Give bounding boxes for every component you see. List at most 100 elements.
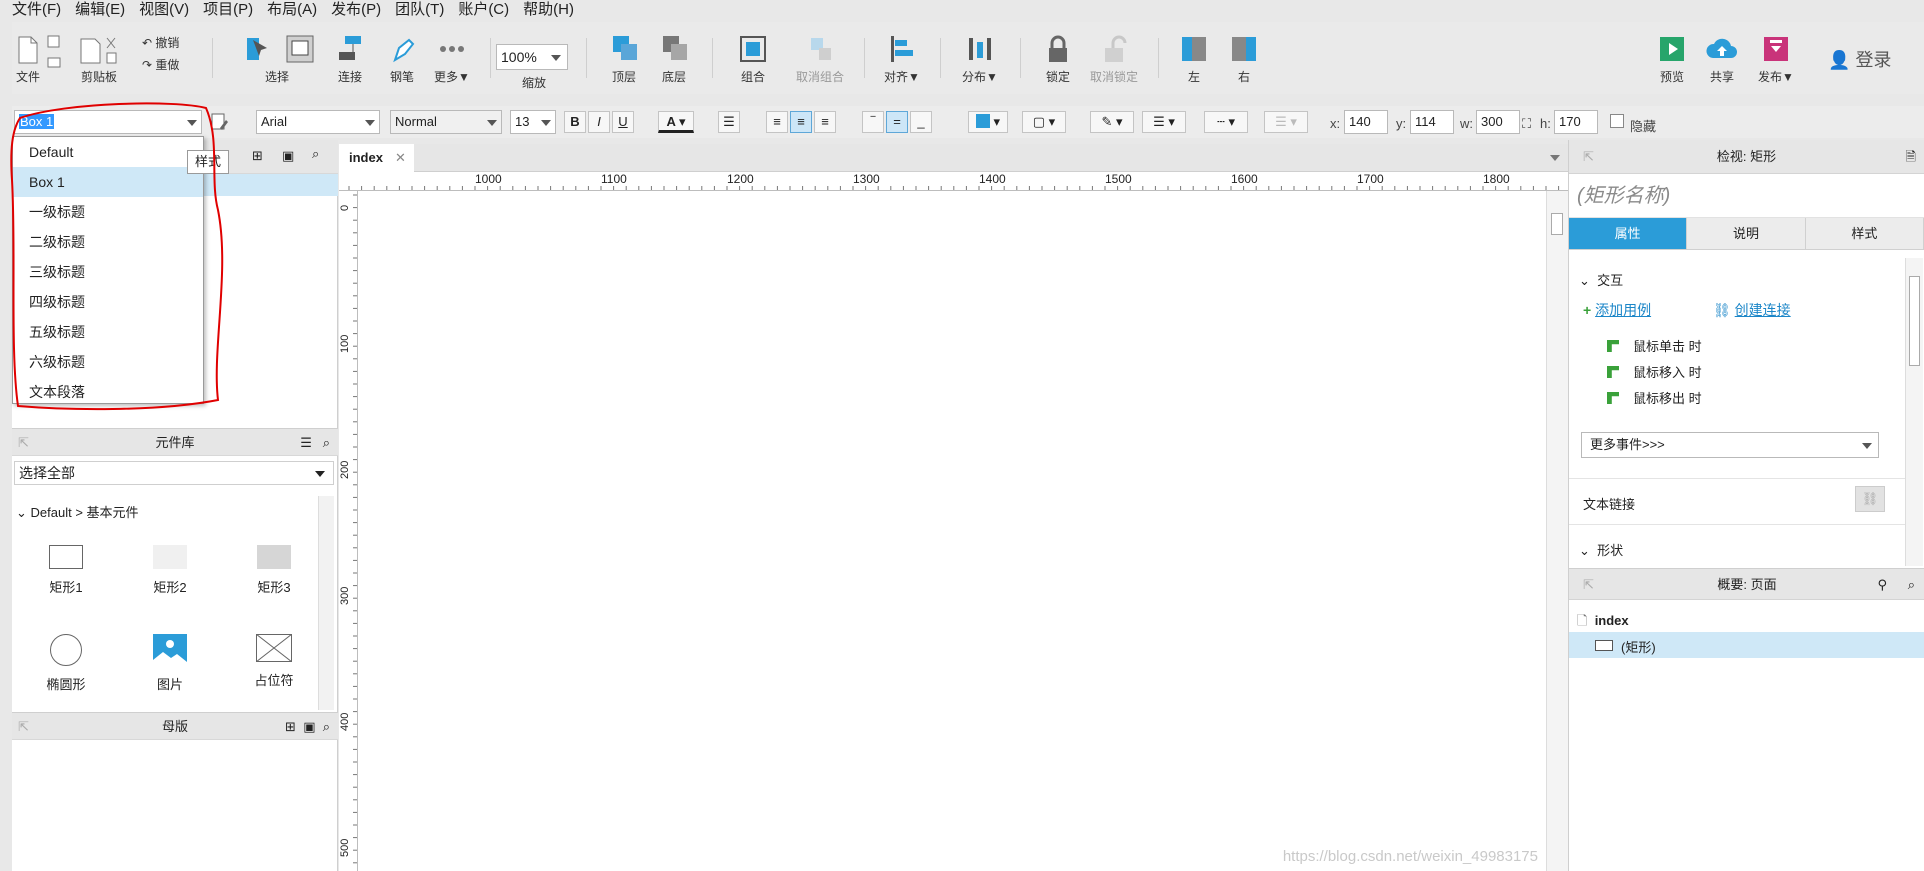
tab-index[interactable]: index ✕ bbox=[339, 144, 414, 172]
bold-button[interactable]: B bbox=[564, 111, 586, 133]
underline-button[interactable]: U bbox=[612, 111, 634, 133]
align-right-button[interactable]: ≡ bbox=[814, 111, 836, 133]
search-icon[interactable]: ⌕ bbox=[323, 719, 330, 734]
widget-ellipse[interactable]: 椭圆形 bbox=[26, 634, 106, 693]
aspect-lock-icon[interactable]: ⛶ bbox=[1522, 116, 1531, 132]
line-style-button[interactable]: ┄ ▾ bbox=[1204, 111, 1248, 133]
more-button[interactable]: 更多▼ bbox=[430, 34, 474, 85]
widget-rectangle2[interactable]: 矩形2 bbox=[130, 545, 210, 596]
collapse-icon[interactable]: ⇱ bbox=[18, 713, 29, 741]
event-click[interactable]: 鼠标单击 时 bbox=[1607, 336, 1702, 355]
preview-button[interactable]: 预览 bbox=[1652, 34, 1692, 85]
event-mouse-enter[interactable]: 鼠标移入 时 bbox=[1607, 362, 1702, 381]
inspector-scrollbar[interactable] bbox=[1905, 258, 1923, 566]
ungroup-button[interactable]: 取消组合 bbox=[790, 34, 850, 85]
more-events-select[interactable]: 更多事件>>> bbox=[1581, 432, 1879, 458]
file-button[interactable]: 文件 bbox=[14, 36, 42, 85]
font-weight-select[interactable]: Normal bbox=[390, 110, 502, 134]
style-option-box1[interactable]: Box 1 bbox=[13, 167, 203, 197]
clipboard-button[interactable]: 剪贴板 bbox=[76, 36, 122, 85]
menu-help[interactable]: 帮助(H) bbox=[523, 0, 574, 20]
valign-top-button[interactable]: ‾ bbox=[862, 111, 884, 133]
design-canvas[interactable]: https://blog.csdn.net/weixin_49983175 bbox=[358, 191, 1546, 871]
scroll-thumb[interactable] bbox=[1909, 276, 1920, 366]
bullet-list-button[interactable]: ☰ bbox=[718, 111, 740, 133]
library-scrollbar[interactable] bbox=[318, 496, 334, 710]
style-option-h2[interactable]: 二级标题 bbox=[13, 227, 203, 257]
italic-button[interactable]: I bbox=[588, 111, 610, 133]
valign-bottom-button[interactable]: _ bbox=[910, 111, 932, 133]
add-folder-icon[interactable]: ▣ bbox=[303, 719, 315, 734]
font-family-select[interactable]: Arial bbox=[256, 110, 380, 134]
share-button[interactable]: 共享 bbox=[1702, 34, 1742, 85]
valign-middle-button[interactable]: = bbox=[886, 111, 908, 133]
align-button[interactable]: 对齐▼ bbox=[880, 34, 924, 85]
hidden-checkbox[interactable] bbox=[1610, 114, 1624, 128]
font-color-button[interactable]: A ▾ bbox=[658, 111, 694, 133]
add-page-icon[interactable]: ⊞ bbox=[252, 148, 263, 164]
menu-project[interactable]: 项目(P) bbox=[203, 0, 253, 20]
fill-color-button[interactable]: ▾ bbox=[968, 111, 1008, 133]
style-select[interactable]: Box 1 bbox=[14, 110, 202, 134]
outline-page-index[interactable]: 🗋 index bbox=[1577, 612, 1629, 634]
widget-placeholder[interactable]: 占位符 bbox=[234, 634, 314, 689]
style-option-h4[interactable]: 四级标题 bbox=[13, 287, 203, 317]
publish-button[interactable]: 发布▼ bbox=[1754, 34, 1798, 85]
distribute-button[interactable]: 分布▼ bbox=[958, 34, 1002, 85]
collapse-icon[interactable]: ⇱ bbox=[1583, 140, 1594, 174]
login-button[interactable]: 👤 登录 bbox=[1828, 46, 1891, 72]
menu-view[interactable]: 视图(V) bbox=[139, 0, 189, 20]
align-center-button[interactable]: ≡ bbox=[790, 111, 812, 133]
tab-style[interactable]: 样式 bbox=[1805, 218, 1924, 249]
widget-rectangle3[interactable]: 矩形3 bbox=[234, 545, 314, 596]
collapse-icon[interactable]: ⇱ bbox=[18, 429, 29, 457]
arrow-style-button[interactable]: ☰ ▾ bbox=[1264, 111, 1308, 133]
outline-item-rectangle[interactable]: (矩形) bbox=[1569, 632, 1924, 658]
line-width-button[interactable]: ☰ ▾ bbox=[1142, 111, 1186, 133]
shape-name-input[interactable]: (矩形名称) bbox=[1569, 174, 1924, 218]
collapse-icon[interactable]: ⇱ bbox=[1583, 569, 1594, 601]
connect-button[interactable]: 连接 bbox=[330, 34, 370, 85]
menu-edit[interactable]: 编辑(E) bbox=[75, 0, 125, 20]
create-link-link[interactable]: ⛓ 创建连接 bbox=[1713, 300, 1791, 320]
group-button[interactable]: 组合 bbox=[730, 34, 776, 85]
unlock-button[interactable]: 取消锁定 bbox=[1084, 34, 1144, 85]
scroll-thumb[interactable] bbox=[1551, 213, 1563, 235]
search-icon[interactable]: ⌕ bbox=[323, 435, 330, 450]
redo-button[interactable]: ↷ 重做 bbox=[142, 56, 202, 73]
style-option-default[interactable]: Default bbox=[13, 137, 203, 167]
interaction-section[interactable]: ⌄ 交互 bbox=[1579, 270, 1623, 289]
style-option-h5[interactable]: 五级标题 bbox=[13, 317, 203, 347]
style-option-h6[interactable]: 六级标题 bbox=[13, 347, 203, 377]
tab-properties[interactable]: 属性 bbox=[1569, 218, 1688, 249]
search-icon[interactable]: ⌕ bbox=[1908, 569, 1915, 601]
chevron-down-icon[interactable] bbox=[1550, 155, 1560, 161]
right-button[interactable]: 右 bbox=[1226, 34, 1262, 85]
widget-rectangle1[interactable]: 矩形1 bbox=[26, 545, 106, 596]
notes-icon[interactable]: 🗎 bbox=[1906, 140, 1916, 174]
pen-button[interactable]: 钢笔 bbox=[382, 34, 422, 85]
close-icon[interactable]: ✕ bbox=[395, 144, 406, 172]
canvas-scrollbar[interactable] bbox=[1546, 191, 1568, 871]
menu-file[interactable]: 文件(F) bbox=[12, 0, 61, 20]
library-select[interactable]: 选择全部 bbox=[14, 461, 334, 485]
style-option-paragraph[interactable]: 文本段落 bbox=[13, 377, 203, 407]
zoom-select[interactable]: 100% bbox=[496, 44, 568, 70]
library-category[interactable]: ⌄ Default > 基本元件 bbox=[16, 502, 139, 521]
height-field[interactable]: 170 bbox=[1554, 110, 1598, 134]
add-master-icon[interactable]: ⊞ bbox=[285, 719, 296, 734]
undo-button[interactable]: ↶ 撤销 bbox=[142, 34, 202, 51]
align-left-button[interactable]: ≡ bbox=[766, 111, 788, 133]
width-field[interactable]: 300 bbox=[1476, 110, 1520, 134]
line-color-button[interactable]: ✎ ▾ bbox=[1090, 111, 1134, 133]
left-button[interactable]: 左 bbox=[1176, 34, 1212, 85]
menu-account[interactable]: 账户(C) bbox=[458, 0, 509, 20]
select-button[interactable]: 选择 bbox=[232, 34, 322, 85]
x-field[interactable]: 140 bbox=[1344, 110, 1388, 134]
style-option-h3[interactable]: 三级标题 bbox=[13, 257, 203, 287]
lock-button[interactable]: 锁定 bbox=[1038, 34, 1078, 85]
filter-icon[interactable]: ⚲ bbox=[1877, 569, 1887, 601]
menu-publish[interactable]: 发布(P) bbox=[331, 0, 381, 20]
y-field[interactable]: 114 bbox=[1410, 110, 1454, 134]
tab-notes[interactable]: 说明 bbox=[1687, 218, 1806, 249]
